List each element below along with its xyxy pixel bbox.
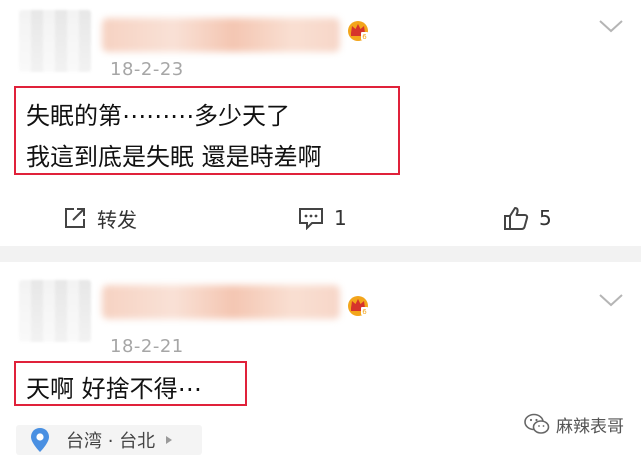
vip-crown-icon: 6 (348, 21, 368, 41)
avatar-blurred[interactable] (19, 280, 91, 342)
comment-icon (299, 208, 323, 230)
location-pin-icon (31, 428, 49, 452)
post-action-bar: 转发 1 5 (0, 198, 641, 238)
watermark-text: 麻辣表哥 (556, 416, 624, 437)
comment-button[interactable]: 1 (298, 198, 347, 238)
repost-button[interactable]: 转发 (63, 198, 137, 238)
like-count: 5 (539, 206, 552, 230)
post-content-line: 天啊 好捨不得⋯ (26, 375, 202, 403)
location-tag[interactable]: 台湾 · 台北 (16, 425, 202, 455)
location-label: 台湾 · 台北 (66, 431, 156, 452)
repost-icon (65, 208, 85, 228)
post-content-line: 我這到底是失眠 還是時差啊 (26, 143, 322, 171)
chevron-down-icon[interactable] (598, 292, 624, 308)
username-blurred[interactable] (102, 285, 340, 319)
username-blurred[interactable] (102, 18, 340, 52)
watermark: 麻辣表哥 (524, 410, 624, 438)
chevron-right-icon (166, 436, 173, 444)
repost-label: 转发 (97, 207, 137, 232)
chevron-down-icon[interactable] (598, 18, 624, 34)
post-content-line: 失眠的第⋯⋯⋯多少天了 (26, 102, 290, 130)
svg-text:6: 6 (362, 33, 367, 41)
post-content: 失眠的第⋯⋯⋯多少天了 我這到底是失眠 還是時差啊 (14, 86, 400, 175)
svg-text:6: 6 (362, 308, 367, 316)
avatar-blurred[interactable] (19, 10, 91, 72)
vip-crown-icon: 6 (348, 296, 368, 316)
like-button[interactable]: 5 (503, 198, 552, 238)
comment-count: 1 (334, 206, 347, 230)
post-divider (0, 246, 641, 262)
thumbs-up-icon (504, 207, 529, 230)
weibo-post-1: 6 18-2-23 失眠的第⋯⋯⋯多少天了 我這到底是失眠 還是時差啊 转发 1 (0, 0, 641, 246)
wechat-icon (524, 413, 550, 434)
post-content: 天啊 好捨不得⋯ (14, 361, 247, 406)
post-date: 18-2-21 (110, 336, 184, 357)
post-date: 18-2-23 (110, 59, 184, 80)
